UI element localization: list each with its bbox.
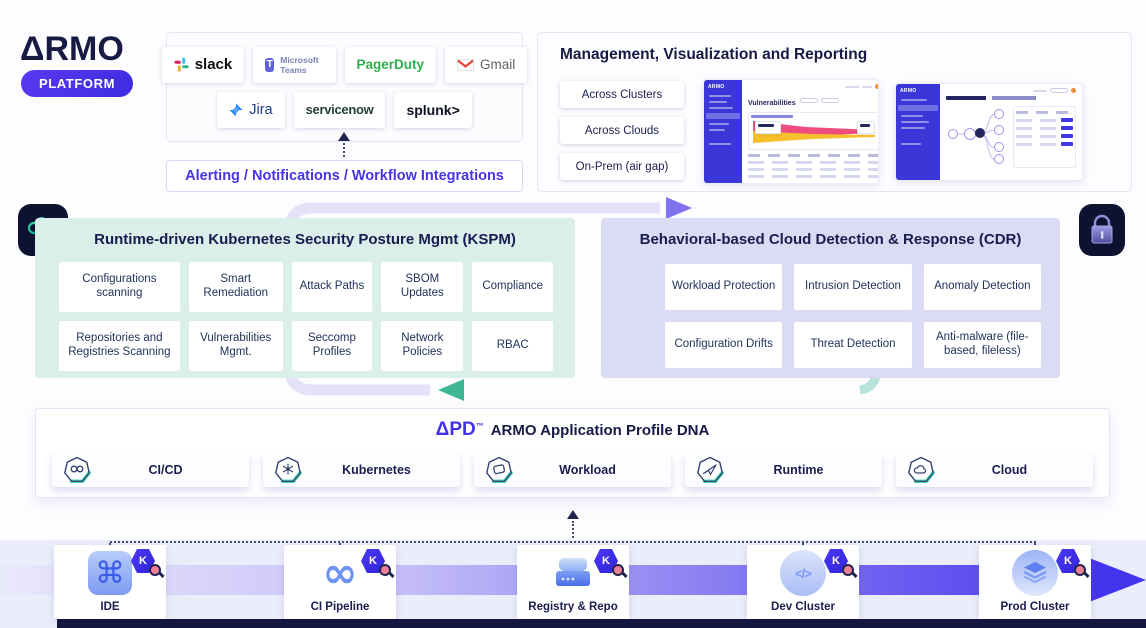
- across-clouds-button[interactable]: Across Clouds: [560, 117, 684, 144]
- management-section: Management, Visualization and Reporting …: [537, 32, 1132, 192]
- microsoft-teams-logo: T Microsoft Teams: [253, 47, 335, 83]
- kubescape-badge: K: [594, 549, 624, 576]
- code-icon: [780, 550, 826, 596]
- armo-platform-diagram: ΔRMO PLATFORM slack T Microsoft Teams Pa…: [0, 0, 1146, 628]
- pipeline-node-ci: K CI Pipeline: [284, 545, 396, 619]
- kspm-card: RBAC: [472, 321, 553, 371]
- pipeline-node-registry: K Registry & Repo: [517, 545, 629, 619]
- cdr-section: Behavioral-based Cloud Detection & Respo…: [601, 218, 1060, 378]
- apd-chip-cloud: Cloud: [896, 453, 1093, 487]
- dotted-connector-apd: [572, 521, 574, 542]
- cloud-icon: [906, 456, 936, 484]
- pipeline-dotted-line: [110, 541, 1036, 543]
- kspm-title: Runtime-driven Kubernetes Security Postu…: [35, 231, 575, 248]
- kspm-card: Vulnerabilities Mgmt.: [189, 321, 283, 371]
- cdr-title: Behavioral-based Cloud Detection & Respo…: [601, 231, 1060, 248]
- slack-icon: [174, 57, 189, 72]
- pipeline-node-dev-cluster: K Dev Cluster: [747, 545, 859, 619]
- apd-items: CI/CD Kubernetes Work: [52, 453, 1093, 487]
- dashboard-sidebar: ARMO: [896, 84, 940, 180]
- cdr-card: Anomaly Detection: [924, 264, 1041, 310]
- integrations-row-1: slack T Microsoft Teams PagerDuty Gmail: [167, 47, 522, 83]
- splunk-logo: splunk>: [394, 92, 471, 128]
- ci-cd-icon: [62, 456, 92, 484]
- jira-icon: [229, 103, 243, 117]
- kspm-card: Repositories and Registries Scanning: [59, 321, 180, 371]
- kspm-section: Runtime-driven Kubernetes Security Postu…: [35, 218, 575, 378]
- kspm-card: SBOM Updates: [381, 262, 463, 312]
- teams-icon: T: [265, 58, 274, 72]
- apd-chip-workload: Workload: [474, 453, 671, 487]
- kspm-card: Compliance: [472, 262, 553, 312]
- workload-icon: [484, 456, 514, 484]
- kubernetes-icon: [273, 456, 303, 484]
- kubescape-badge: K: [824, 549, 854, 576]
- apd-chip-kubernetes: Kubernetes: [263, 453, 460, 487]
- servicenow-logo: servicenow: [294, 92, 386, 128]
- command-icon: [88, 551, 132, 595]
- cdr-grid: Workload Protection Intrusion Detection …: [665, 264, 1041, 368]
- kubescape-badge: K: [131, 549, 161, 576]
- apd-section: ΔPD™ ARMO Application Profile DNA CI/CD: [35, 408, 1110, 498]
- dashboard-sidebar: ARMO: [704, 80, 742, 183]
- dashboard-content: Vulnerabilities: [742, 80, 879, 183]
- pipeline-node-prod-cluster: K Prod Cluster: [979, 545, 1091, 619]
- cdr-card: Configuration Drifts: [665, 322, 782, 368]
- integrations-box: slack T Microsoft Teams PagerDuty Gmail: [166, 32, 523, 142]
- vulnerabilities-funnel-chart: [748, 112, 879, 150]
- infinity-icon: [323, 553, 358, 593]
- magnifier-icon: [379, 564, 391, 576]
- slack-logo: slack: [162, 47, 245, 83]
- magnifier-icon: [842, 564, 854, 576]
- kspm-grid: Configurations scanning Smart Remediatio…: [59, 262, 553, 371]
- up-arrow-apd: [567, 510, 579, 519]
- cdr-card: Anti-malware (file-based, fileless): [924, 322, 1041, 368]
- padlock-icon: [1087, 213, 1117, 247]
- cdr-lock-badge: [1079, 204, 1125, 256]
- jira-logo: Jira: [217, 92, 284, 128]
- kubescape-badge: K: [361, 549, 391, 576]
- pagerduty-logo: PagerDuty: [345, 47, 437, 83]
- kspm-card: Attack Paths: [292, 262, 373, 312]
- trademark: ™: [476, 422, 484, 431]
- avatar: [1071, 88, 1076, 93]
- runtime-icon: [695, 456, 725, 484]
- gmail-logo: Gmail: [445, 47, 527, 83]
- avatar: [875, 84, 879, 89]
- bottom-bar: [57, 619, 1146, 628]
- gmail-icon: [457, 59, 474, 71]
- dashboard-thumbnail-1: ARMO Vulnerabilities: [703, 79, 879, 184]
- cdr-card: Workload Protection: [665, 264, 782, 310]
- integrations-row-2: Jira servicenow splunk>: [167, 92, 522, 128]
- findings-table: [1013, 106, 1076, 168]
- apd-title: ARMO Application Profile DNA: [491, 422, 710, 439]
- attack-path-graph: [946, 104, 1008, 164]
- kspm-card: Smart Remediation: [189, 262, 283, 312]
- apd-logo: ΔPD: [436, 419, 476, 440]
- cdr-card: Intrusion Detection: [794, 264, 911, 310]
- on-prem-button[interactable]: On-Prem (air gap): [560, 153, 684, 180]
- kubescape-badge: K: [1056, 549, 1086, 576]
- platform-badge: PLATFORM: [21, 70, 133, 97]
- registry-drive-icon: [551, 553, 595, 593]
- magnifier-icon: [149, 564, 161, 576]
- apd-chip-cicd: CI/CD: [52, 453, 249, 487]
- across-clusters-button[interactable]: Across Clusters: [560, 81, 684, 108]
- management-title: Management, Visualization and Reporting: [560, 46, 867, 64]
- alerting-label: Alerting / Notifications / Workflow Inte…: [166, 160, 523, 192]
- layers-icon: [1012, 550, 1058, 596]
- up-arrow-integrations: [338, 132, 350, 141]
- kspm-card: Network Policies: [381, 321, 463, 371]
- dashboard-content: [940, 84, 1082, 180]
- kspm-card: Seccomp Profiles: [292, 321, 373, 371]
- kspm-card: Configurations scanning: [59, 262, 180, 312]
- dashboard-thumbnail-2: ARMO: [895, 83, 1083, 181]
- apd-chip-runtime: Runtime: [685, 453, 882, 487]
- magnifier-icon: [1074, 564, 1086, 576]
- pipeline-node-ide: K IDE: [54, 545, 166, 619]
- armo-logo: ΔRMO: [20, 30, 124, 69]
- dotted-connector-integrations: [343, 143, 345, 157]
- cdr-card: Threat Detection: [794, 322, 911, 368]
- magnifier-icon: [612, 564, 624, 576]
